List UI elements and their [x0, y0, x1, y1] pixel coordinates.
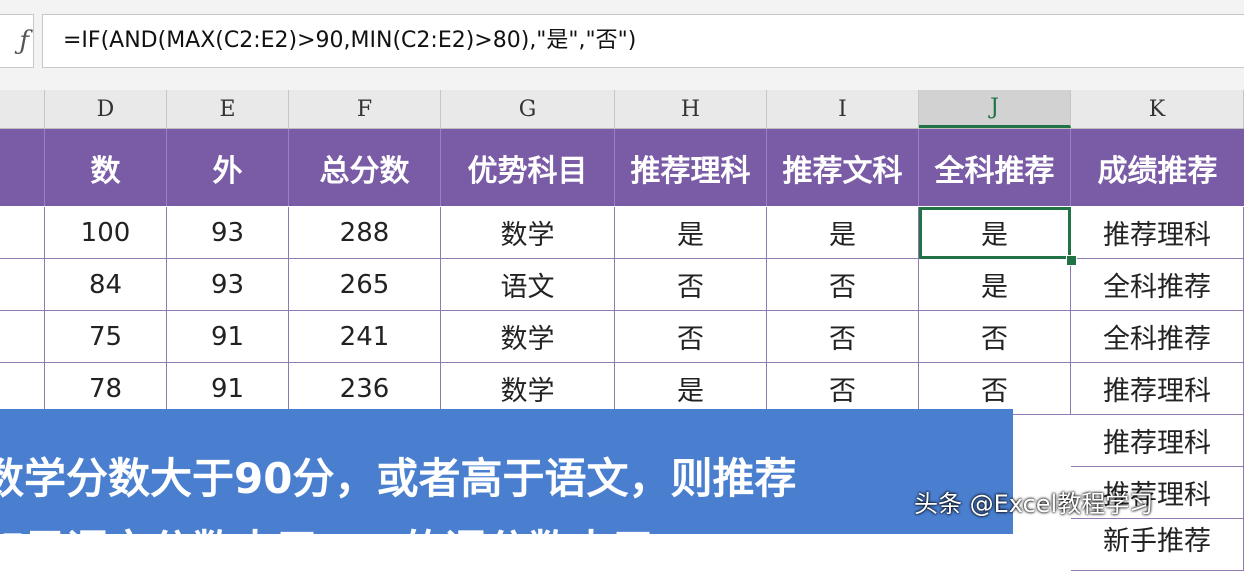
column-header-h[interactable]: H: [615, 90, 767, 128]
table-cell[interactable]: 91: [167, 311, 289, 363]
column-header-c[interactable]: [0, 90, 45, 128]
header-cell[interactable]: 总分数: [289, 129, 441, 206]
caption-line-1: 数学分数大于90分，或者高于语文，则推荐: [0, 454, 797, 503]
table-cell[interactable]: 75: [45, 311, 167, 363]
table-cell[interactable]: [0, 207, 45, 259]
header-cell[interactable]: 推荐理科: [615, 129, 767, 206]
table-cell[interactable]: 是: [615, 207, 767, 259]
column-header-d[interactable]: D: [45, 90, 167, 128]
column-header-e[interactable]: E: [167, 90, 289, 128]
table-cell[interactable]: 100: [45, 207, 167, 259]
header-cell[interactable]: 成绩推荐: [1071, 129, 1244, 206]
table-cell[interactable]: 93: [167, 259, 289, 311]
column-header-g[interactable]: G: [441, 90, 615, 128]
table-cell[interactable]: 推荐理科: [1071, 207, 1244, 259]
table-cell[interactable]: 推荐理科: [1071, 363, 1244, 415]
header-cell-c[interactable]: [0, 129, 45, 206]
header-cell[interactable]: 推荐文科: [767, 129, 919, 206]
table-cell[interactable]: 推荐理科: [1071, 415, 1244, 467]
table-row: 75 91 241 数学 否 否 否 全科推荐: [0, 311, 1244, 363]
table-cell[interactable]: 数学: [441, 311, 615, 363]
table-cell[interactable]: [0, 363, 45, 415]
column-header-j[interactable]: J: [919, 90, 1071, 128]
table-cell[interactable]: 241: [289, 311, 441, 363]
table-cell[interactable]: [0, 311, 45, 363]
table-cell[interactable]: 288: [289, 207, 441, 259]
table-cell[interactable]: 否: [919, 311, 1071, 363]
formula-input[interactable]: =IF(AND(MAX(C2:E2)>90,MIN(C2:E2)>80),"是"…: [42, 14, 1244, 68]
table-cell[interactable]: 否: [767, 311, 919, 363]
table-cell[interactable]: 是: [919, 259, 1071, 311]
column-header-i[interactable]: I: [767, 90, 919, 128]
header-cell[interactable]: 数: [45, 129, 167, 206]
table-cell[interactable]: 数学: [441, 363, 615, 415]
table-cell[interactable]: 236: [289, 363, 441, 415]
table-cell[interactable]: 78: [45, 363, 167, 415]
header-cell[interactable]: 优势科目: [441, 129, 615, 206]
watermark: 头条 @Excel教程学习: [914, 490, 1154, 518]
table-row: 100 93 288 数学 是 是 是 推荐理科: [0, 207, 1244, 259]
table-cell[interactable]: 语文: [441, 259, 615, 311]
table-header-row: 数 外 总分数 优势科目 推荐理科 推荐文科 全科推荐 成绩推荐: [0, 129, 1244, 206]
table-cell[interactable]: 265: [289, 259, 441, 311]
table-cell[interactable]: 数学: [441, 207, 615, 259]
selected-cell[interactable]: 是: [919, 207, 1071, 259]
caption-line-2: 如果语文分数大于……的语分数大于: [0, 517, 654, 534]
table-cell[interactable]: 是: [615, 363, 767, 415]
fx-icon[interactable]: ƒ: [0, 14, 34, 68]
table-cell[interactable]: 新手推荐: [1071, 519, 1244, 571]
column-header-f[interactable]: F: [289, 90, 441, 128]
table-cell[interactable]: 93: [167, 207, 289, 259]
caption-overlay: 数学分数大于90分，或者高于语文，则推荐 如果语文分数大于……的语分数大于: [0, 409, 1013, 534]
table-cell[interactable]: 否: [767, 363, 919, 415]
table-row: 84 93 265 语文 否 否 是 全科推荐: [0, 259, 1244, 311]
table-cell[interactable]: [0, 259, 45, 311]
table-cell[interactable]: 84: [45, 259, 167, 311]
header-cell[interactable]: 外: [167, 129, 289, 206]
column-header-k[interactable]: K: [1071, 90, 1244, 128]
table-cell[interactable]: 全科推荐: [1071, 259, 1244, 311]
table-cell[interactable]: 否: [919, 363, 1071, 415]
table-cell[interactable]: 是: [767, 207, 919, 259]
table-row: 78 91 236 数学 是 否 否 推荐理科: [0, 363, 1244, 415]
column-headers: D E F G H I J K: [0, 90, 1244, 129]
fill-handle[interactable]: [1066, 255, 1077, 266]
table-cell[interactable]: 91: [167, 363, 289, 415]
header-cell[interactable]: 全科推荐: [919, 129, 1071, 206]
table-cell[interactable]: 否: [615, 259, 767, 311]
table-cell[interactable]: 全科推荐: [1071, 311, 1244, 363]
formula-bar: ƒ =IF(AND(MAX(C2:E2)>90,MIN(C2:E2)>80),"…: [0, 0, 1244, 91]
table-cell[interactable]: 否: [767, 259, 919, 311]
table-cell[interactable]: 否: [615, 311, 767, 363]
